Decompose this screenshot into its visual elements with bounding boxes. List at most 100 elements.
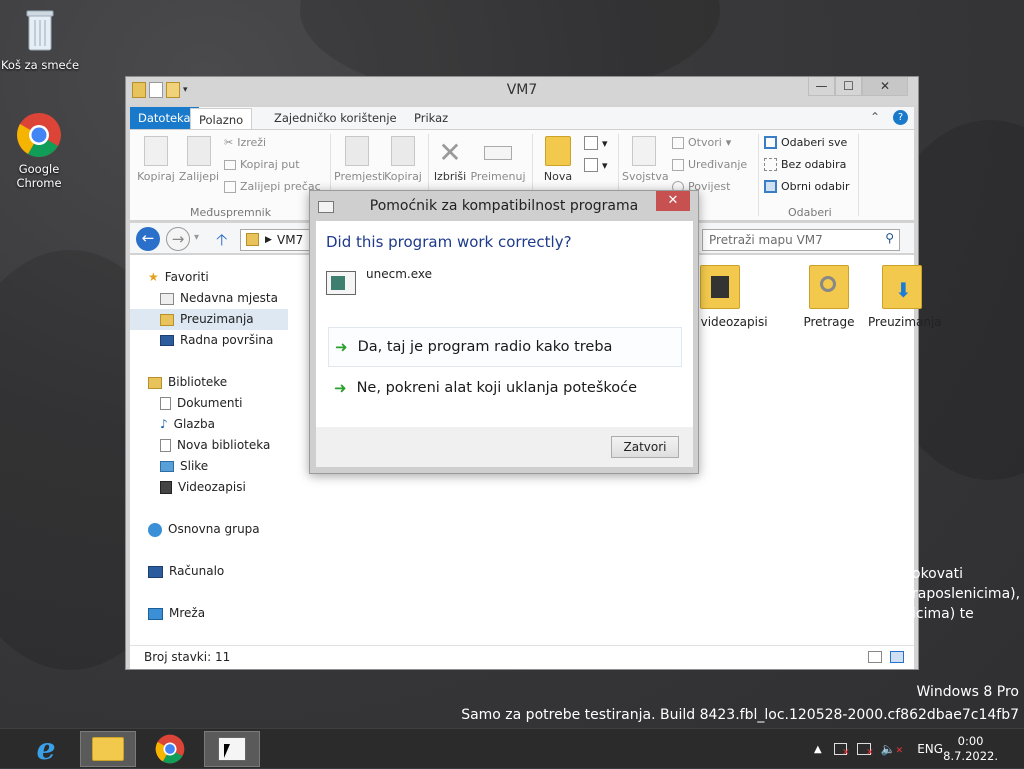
up-button[interactable]: 🡡 xyxy=(216,229,228,256)
large-icons-view-icon[interactable] xyxy=(890,651,904,663)
tab-view[interactable]: Prikaz xyxy=(406,107,456,129)
rename-label: Preimenuj xyxy=(470,170,526,183)
select-all-label: Odaberi sve xyxy=(781,136,848,149)
delete-button[interactable]: ✕ Izbriši xyxy=(432,136,468,183)
copy-button[interactable]: Kopiraj xyxy=(136,136,176,183)
paste-shortcut-button[interactable]: Zalijepi prečac xyxy=(224,180,321,193)
maximize-button[interactable]: ☐ xyxy=(835,77,862,96)
new-folder-button[interactable]: Nova xyxy=(538,136,578,183)
cut-label: Izreži xyxy=(237,136,267,149)
nav-item-documents[interactable]: Dokumenti xyxy=(130,393,288,414)
search-icon[interactable]: ⚲ xyxy=(885,231,894,245)
open-label: Otvori xyxy=(688,136,722,149)
folder-item-searches[interactable]: Pretrage xyxy=(794,265,864,329)
close-dialog-button[interactable]: Zatvori xyxy=(611,436,679,458)
tab-home[interactable]: Polazno xyxy=(190,108,253,130)
details-view-icon[interactable] xyxy=(868,651,882,663)
file-explorer-icon xyxy=(92,737,124,761)
nav-item-libraries[interactable]: Biblioteke xyxy=(130,372,288,393)
nav-item-recent-places[interactable]: Nedavna mjesta xyxy=(130,288,288,309)
nav-item-music[interactable]: ♪ Glazba xyxy=(130,414,288,435)
ribbon-separator xyxy=(858,134,859,216)
nav-label: Slike xyxy=(180,459,209,473)
rename-icon xyxy=(484,146,512,160)
nav-item-favorites[interactable]: ★ Favoriti xyxy=(130,267,288,288)
forward-button[interactable]: → xyxy=(166,227,190,251)
volume-muted-icon[interactable]: 🔈✕ xyxy=(881,742,904,756)
copy-path-button[interactable]: Kopiraj put xyxy=(224,158,300,171)
action-center-flag-icon[interactable]: ✕ xyxy=(833,743,850,758)
cut-button[interactable]: ✂ Izreži xyxy=(224,136,266,149)
copy-to-icon xyxy=(391,136,415,166)
easy-access-icon xyxy=(584,158,598,172)
documents-icon xyxy=(160,397,171,410)
back-button[interactable]: ← xyxy=(136,227,160,251)
desktop-icon-recycle-bin[interactable]: Koš za smeće xyxy=(0,6,80,72)
folder-icon xyxy=(246,233,259,246)
input-language[interactable]: ENG xyxy=(917,742,943,756)
compatibility-dialog[interactable]: Pomoćnik za kompatibilnost programa ✕ Di… xyxy=(309,190,699,474)
dialog-title-bar[interactable]: Pomoćnik za kompatibilnost programa ✕ xyxy=(310,191,698,221)
properties-icon xyxy=(632,136,656,166)
folder-icon xyxy=(545,136,571,166)
navigation-pane: ★ Favoriti Nedavna mjesta Preuzimanja Rad… xyxy=(130,255,288,645)
close-button[interactable]: ✕ xyxy=(862,77,908,96)
option-worked-correctly[interactable]: ➜ Da, taj je program radio kako treba xyxy=(328,327,682,367)
address-path: VM7 xyxy=(277,233,304,247)
taskbar-file-explorer[interactable] xyxy=(80,731,136,767)
nav-label: Biblioteke xyxy=(168,375,228,389)
open-button[interactable]: Otvori ▾ xyxy=(672,136,731,149)
tab-share[interactable]: Zajedničko korištenje xyxy=(266,107,405,129)
desktop-icon-label: Koš za smeće xyxy=(0,58,80,72)
nav-item-desktop[interactable]: Radna površina xyxy=(130,330,288,351)
taskbar-chrome[interactable] xyxy=(142,731,198,767)
help-icon[interactable]: ? xyxy=(893,110,908,125)
tab-file[interactable]: Datoteka xyxy=(130,107,199,129)
nav-item-pictures[interactable]: Slike xyxy=(130,456,288,477)
nav-item-downloads[interactable]: Preuzimanja xyxy=(130,309,288,330)
nav-item-new-library[interactable]: Nova biblioteka xyxy=(130,435,288,456)
show-hidden-icons-icon[interactable]: ▲ xyxy=(814,744,822,755)
recent-places-icon xyxy=(160,292,174,305)
new-item-button[interactable]: ▾ xyxy=(584,136,608,150)
collapse-ribbon-icon[interactable]: ⌃ xyxy=(870,110,880,124)
folder-item-downloads[interactable]: ⬇ Preuzimanja xyxy=(868,265,942,329)
nav-item-computer[interactable]: Računalo xyxy=(130,561,288,582)
easy-access-button[interactable]: ▾ xyxy=(584,158,608,172)
search-input[interactable]: Pretraži mapu VM7 xyxy=(702,229,900,251)
taskbar-internet-explorer[interactable]: e xyxy=(18,731,74,767)
network-icon[interactable]: ✕ xyxy=(856,743,874,758)
dialog-body: Did this program work correctly? unecm.e… xyxy=(316,221,693,427)
option-label: Da, taj je program radio kako treba xyxy=(357,339,613,355)
downloads-folder-icon: ⬇ xyxy=(882,265,922,309)
paste-button[interactable]: Zalijepi xyxy=(178,136,220,183)
option-troubleshoot[interactable]: ➜ Ne, pokreni alat koji uklanja poteškoć… xyxy=(328,368,682,408)
dialog-question: Did this program work correctly? xyxy=(326,233,572,251)
nav-item-network[interactable]: Mreža xyxy=(130,603,288,624)
nav-item-videos[interactable]: Videozapisi xyxy=(130,477,288,498)
move-to-button[interactable]: Premjesti xyxy=(334,136,385,183)
rename-button[interactable]: Preimenuj xyxy=(470,136,526,183)
nav-label: Nedavna mjesta xyxy=(180,291,278,305)
dialog-close-button[interactable]: ✕ xyxy=(656,191,690,211)
invert-selection-button[interactable]: Obrni odabir xyxy=(764,180,850,193)
ribbon-separator xyxy=(758,134,759,216)
recent-locations-button[interactable]: ▾ xyxy=(194,232,199,243)
explorer-title-bar[interactable]: ▾ VM7 — ☐ ✕ xyxy=(126,77,918,105)
nav-label: Videozapisi xyxy=(178,480,246,494)
select-none-button[interactable]: Bez odabira xyxy=(764,158,846,171)
clipboard-icon xyxy=(187,136,211,166)
clock[interactable]: 0:00 8.7.2022. xyxy=(943,734,998,764)
select-all-button[interactable]: Odaberi sve xyxy=(764,136,847,149)
minimize-button[interactable]: — xyxy=(808,77,835,96)
nav-label: Mreža xyxy=(169,606,206,620)
shortcut-icon xyxy=(224,180,236,193)
copy-to-button[interactable]: Kopiraj xyxy=(382,136,424,183)
window-title: VM7 xyxy=(506,82,538,98)
nav-item-homegroup[interactable]: Osnovna grupa xyxy=(130,519,288,540)
properties-button[interactable]: Svojstva xyxy=(622,136,669,183)
nav-label: Favoriti xyxy=(164,270,209,284)
star-icon: ★ xyxy=(148,270,159,284)
edit-button[interactable]: Uređivanje xyxy=(672,158,747,171)
desktop-icon-google-chrome[interactable]: Google Chrome xyxy=(0,112,78,190)
